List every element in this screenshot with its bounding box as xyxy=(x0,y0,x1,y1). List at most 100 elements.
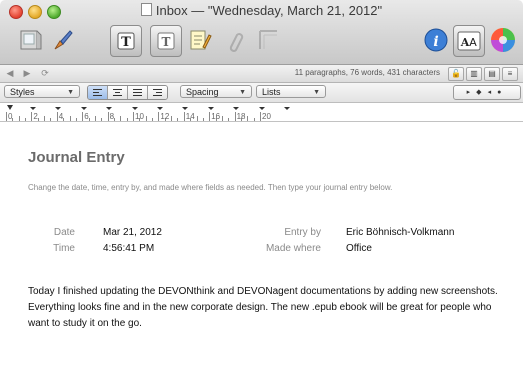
frame-icon xyxy=(259,30,277,49)
format-text-button[interactable]: T xyxy=(110,25,142,57)
ruler-tab-stop[interactable] xyxy=(233,107,240,110)
ruler-tick xyxy=(196,116,198,121)
format-text-alt-button[interactable]: T xyxy=(150,25,182,57)
lock-button[interactable]: 🔓 xyxy=(448,67,464,81)
columns-icon: ▥ xyxy=(470,69,478,78)
ruler-tick xyxy=(253,118,255,121)
ruler-label: 8 xyxy=(109,112,115,121)
time-label: Time xyxy=(53,243,75,254)
ruler-label: 16 xyxy=(211,112,221,121)
info-icon: i xyxy=(424,28,448,52)
chevron-down-icon: ▼ xyxy=(67,89,74,96)
instructions-text: Change the date, time, entry by, and mad… xyxy=(28,183,393,192)
link-icon xyxy=(229,33,244,52)
ruler-indent-marker[interactable] xyxy=(7,105,13,110)
document-window: Inbox — "Wednesday, March 21, 2012" T T … xyxy=(0,0,523,383)
ruler-tick xyxy=(101,118,103,121)
made-where-label: Made where xyxy=(265,243,321,254)
format-text-alt-icon: T xyxy=(157,32,175,50)
ruler-tab-stop[interactable] xyxy=(106,107,113,110)
svg-text:A: A xyxy=(469,36,477,49)
date-field[interactable]: Mar 21, 2012 xyxy=(103,227,162,238)
align-center-button[interactable] xyxy=(108,86,128,99)
lock-icon: 🔓 xyxy=(451,69,461,78)
scanner-icon xyxy=(20,30,42,50)
brush-button[interactable] xyxy=(48,25,78,55)
ruler-tick xyxy=(56,112,58,121)
ruler-tick xyxy=(260,112,261,121)
made-where-field[interactable]: Office xyxy=(346,243,372,254)
ruler-tick xyxy=(18,116,20,121)
styles-popup-label: Styles xyxy=(10,87,35,97)
document-icon xyxy=(140,3,152,16)
ruler-tab-stop[interactable] xyxy=(182,107,189,110)
time-field[interactable]: 4:56:41 PM xyxy=(103,243,154,254)
ruler-label: 0 xyxy=(8,112,13,121)
list-view-button[interactable]: ≡ xyxy=(502,67,518,81)
ruler-tab-stop[interactable] xyxy=(207,107,214,110)
ruler-tick xyxy=(12,118,14,121)
notepad-button[interactable] xyxy=(185,25,215,55)
date-label: Date xyxy=(53,227,75,238)
ruler-label: 6 xyxy=(84,112,89,121)
navigation-bar: ◀ ▶ ⟳ 11 paragraphs, 76 words, 431 chara… xyxy=(0,65,523,83)
colors-icon xyxy=(491,28,515,52)
ruler-tab-stop[interactable] xyxy=(30,107,36,110)
format-bar: Styles ▼ Spacing ▼ Lists ▼ ▸◆◂● xyxy=(0,83,523,103)
ruler-label: 12 xyxy=(160,112,170,121)
ruler-tick xyxy=(63,118,65,121)
format-text-icon: T xyxy=(117,32,135,50)
window-title-text: Inbox — "Wednesday, March 21, 2012" xyxy=(155,3,383,18)
frame-button[interactable] xyxy=(253,25,283,55)
forward-button[interactable]: ▶ xyxy=(20,67,34,79)
svg-text:i: i xyxy=(433,34,438,50)
ruler-tick xyxy=(145,116,147,121)
ruler-label: 14 xyxy=(185,112,195,121)
tab-stop-control[interactable]: ▸◆◂● xyxy=(453,85,521,100)
ruler-tick xyxy=(82,112,84,121)
colors-button[interactable] xyxy=(488,25,518,55)
scanner-button[interactable] xyxy=(16,25,46,55)
align-left-button[interactable] xyxy=(88,86,108,99)
align-justify-button[interactable] xyxy=(128,86,148,99)
ruler-tick xyxy=(69,116,71,121)
styles-popup[interactable]: Styles ▼ xyxy=(4,85,80,98)
spacing-popup-label: Spacing xyxy=(186,87,219,97)
back-button[interactable]: ◀ xyxy=(3,67,17,79)
ruler-tick xyxy=(113,118,115,121)
ruler-tab-stop[interactable] xyxy=(157,107,163,110)
ruler-tab-stop[interactable] xyxy=(131,107,138,110)
ruler-tab-stop[interactable] xyxy=(80,107,87,110)
notepad-icon xyxy=(190,30,212,50)
link-button[interactable] xyxy=(221,25,251,55)
ruler-tick xyxy=(183,112,185,121)
lists-popup-label: Lists xyxy=(262,87,281,97)
ruler-tick xyxy=(158,112,160,121)
lists-popup[interactable]: Lists ▼ xyxy=(256,85,326,98)
info-button[interactable]: i xyxy=(421,25,451,55)
ruler[interactable]: 0 2 4 6 8 10 12 14 16 18 20 xyxy=(0,103,523,122)
refresh-button[interactable]: ⟳ xyxy=(38,67,52,79)
ruler-tick xyxy=(152,118,154,121)
ruler-tick xyxy=(6,112,7,121)
chevron-down-icon: ▼ xyxy=(313,89,320,96)
ruler-tab-stop[interactable] xyxy=(284,107,290,110)
ruler-tab-stop[interactable] xyxy=(55,107,62,110)
titlebar: Inbox — "Wednesday, March 21, 2012" T T … xyxy=(0,0,523,65)
ruler-label: 18 xyxy=(236,112,246,121)
archive-button[interactable]: ▤ xyxy=(484,67,500,81)
document-content[interactable]: Journal Entry Change the date, time, ent… xyxy=(0,122,523,383)
fonts-button[interactable]: A A xyxy=(453,25,485,57)
svg-text:A: A xyxy=(460,36,470,49)
ruler-tick xyxy=(221,116,223,121)
entry-by-field[interactable]: Eric Böhnisch-Volkmann xyxy=(346,227,454,238)
chevron-down-icon: ▼ xyxy=(239,89,246,96)
ruler-tick xyxy=(228,118,230,121)
ruler-tick xyxy=(120,116,122,121)
ruler-tab-stop[interactable] xyxy=(258,107,265,110)
align-right-button[interactable] xyxy=(148,86,167,99)
columns-button[interactable]: ▥ xyxy=(466,67,482,81)
svg-text:T: T xyxy=(162,35,171,49)
journal-entry-text[interactable]: Today I finished updating the DEVONthink… xyxy=(28,284,514,332)
spacing-popup[interactable]: Spacing ▼ xyxy=(180,85,252,98)
